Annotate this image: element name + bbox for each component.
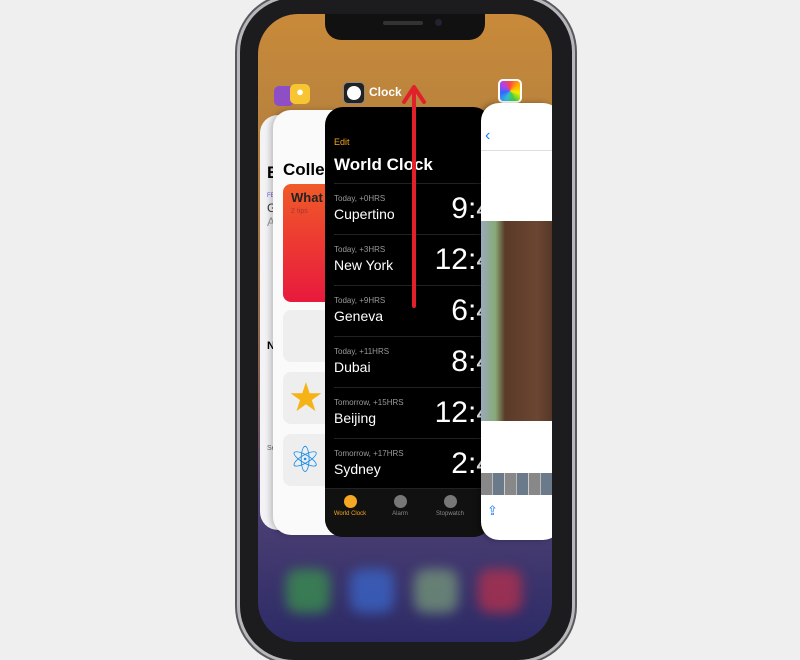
focused-app-label: Clock [369,85,402,99]
tab-label: Alarm [392,511,408,517]
dock-app-blurred [286,569,330,613]
notch [325,14,485,40]
tab-label: World Clock [333,511,367,517]
offset-label: Today, +3HRS [334,245,386,254]
offset-label: Today, +0HRS [334,194,386,203]
share-icon[interactable]: ⇪ [487,503,498,519]
tab-bar: World Clock Alarm Stopwatch [325,488,491,537]
city-name: Dubai [334,359,371,375]
tab-world-clock[interactable]: World Clock [325,495,375,517]
edit-button[interactable]: Edit [334,137,350,147]
chevron-left-icon[interactable]: ‹ [485,127,490,145]
card-title: Colle [283,160,325,179]
offset-label: Today, +9HRS [334,296,386,305]
tips-icon[interactable]: ● [290,84,310,104]
photos-card[interactable]: ‹ ⇪ [481,103,552,540]
photo-thumbnails[interactable] [481,473,552,495]
tab-alarm[interactable]: Alarm [375,495,425,517]
tab-stopwatch[interactable]: Stopwatch [425,495,475,517]
tile-sub: 2 tips [291,208,308,215]
offset-label: Tomorrow, +15HRS [334,398,404,407]
dock-app-blurred [478,569,522,613]
city-name: New York [334,257,394,273]
city-name: Cupertino [334,206,395,222]
list-item[interactable]: Today, +11HRS Dubai 8:4 [334,336,491,388]
city-name: Geneva [334,308,384,324]
offset-label: Tomorrow, +17HRS [334,449,404,458]
list-item[interactable]: Tomorrow, +15HRS Beijing 12:4 [334,387,491,439]
photo [481,221,552,421]
divider [481,150,552,151]
stopwatch-icon [443,495,457,508]
city-name: Sydney [334,461,381,477]
dock-app-blurred [414,569,458,613]
tile-title: What [291,190,323,205]
dock-app-blurred [350,569,394,613]
globe-icon [343,495,357,508]
alarm-icon [393,495,407,508]
tab-label: Stopwatch [435,511,465,517]
offset-label: Today, +11HRS [334,347,390,356]
list-item[interactable]: Tomorrow, +17HRS Sydney 2:4 [334,438,491,490]
photos-icon[interactable] [498,79,522,103]
swipe-up-arrow [402,85,426,308]
clock-icon[interactable] [343,82,365,104]
city-name: Beijing [334,410,377,426]
